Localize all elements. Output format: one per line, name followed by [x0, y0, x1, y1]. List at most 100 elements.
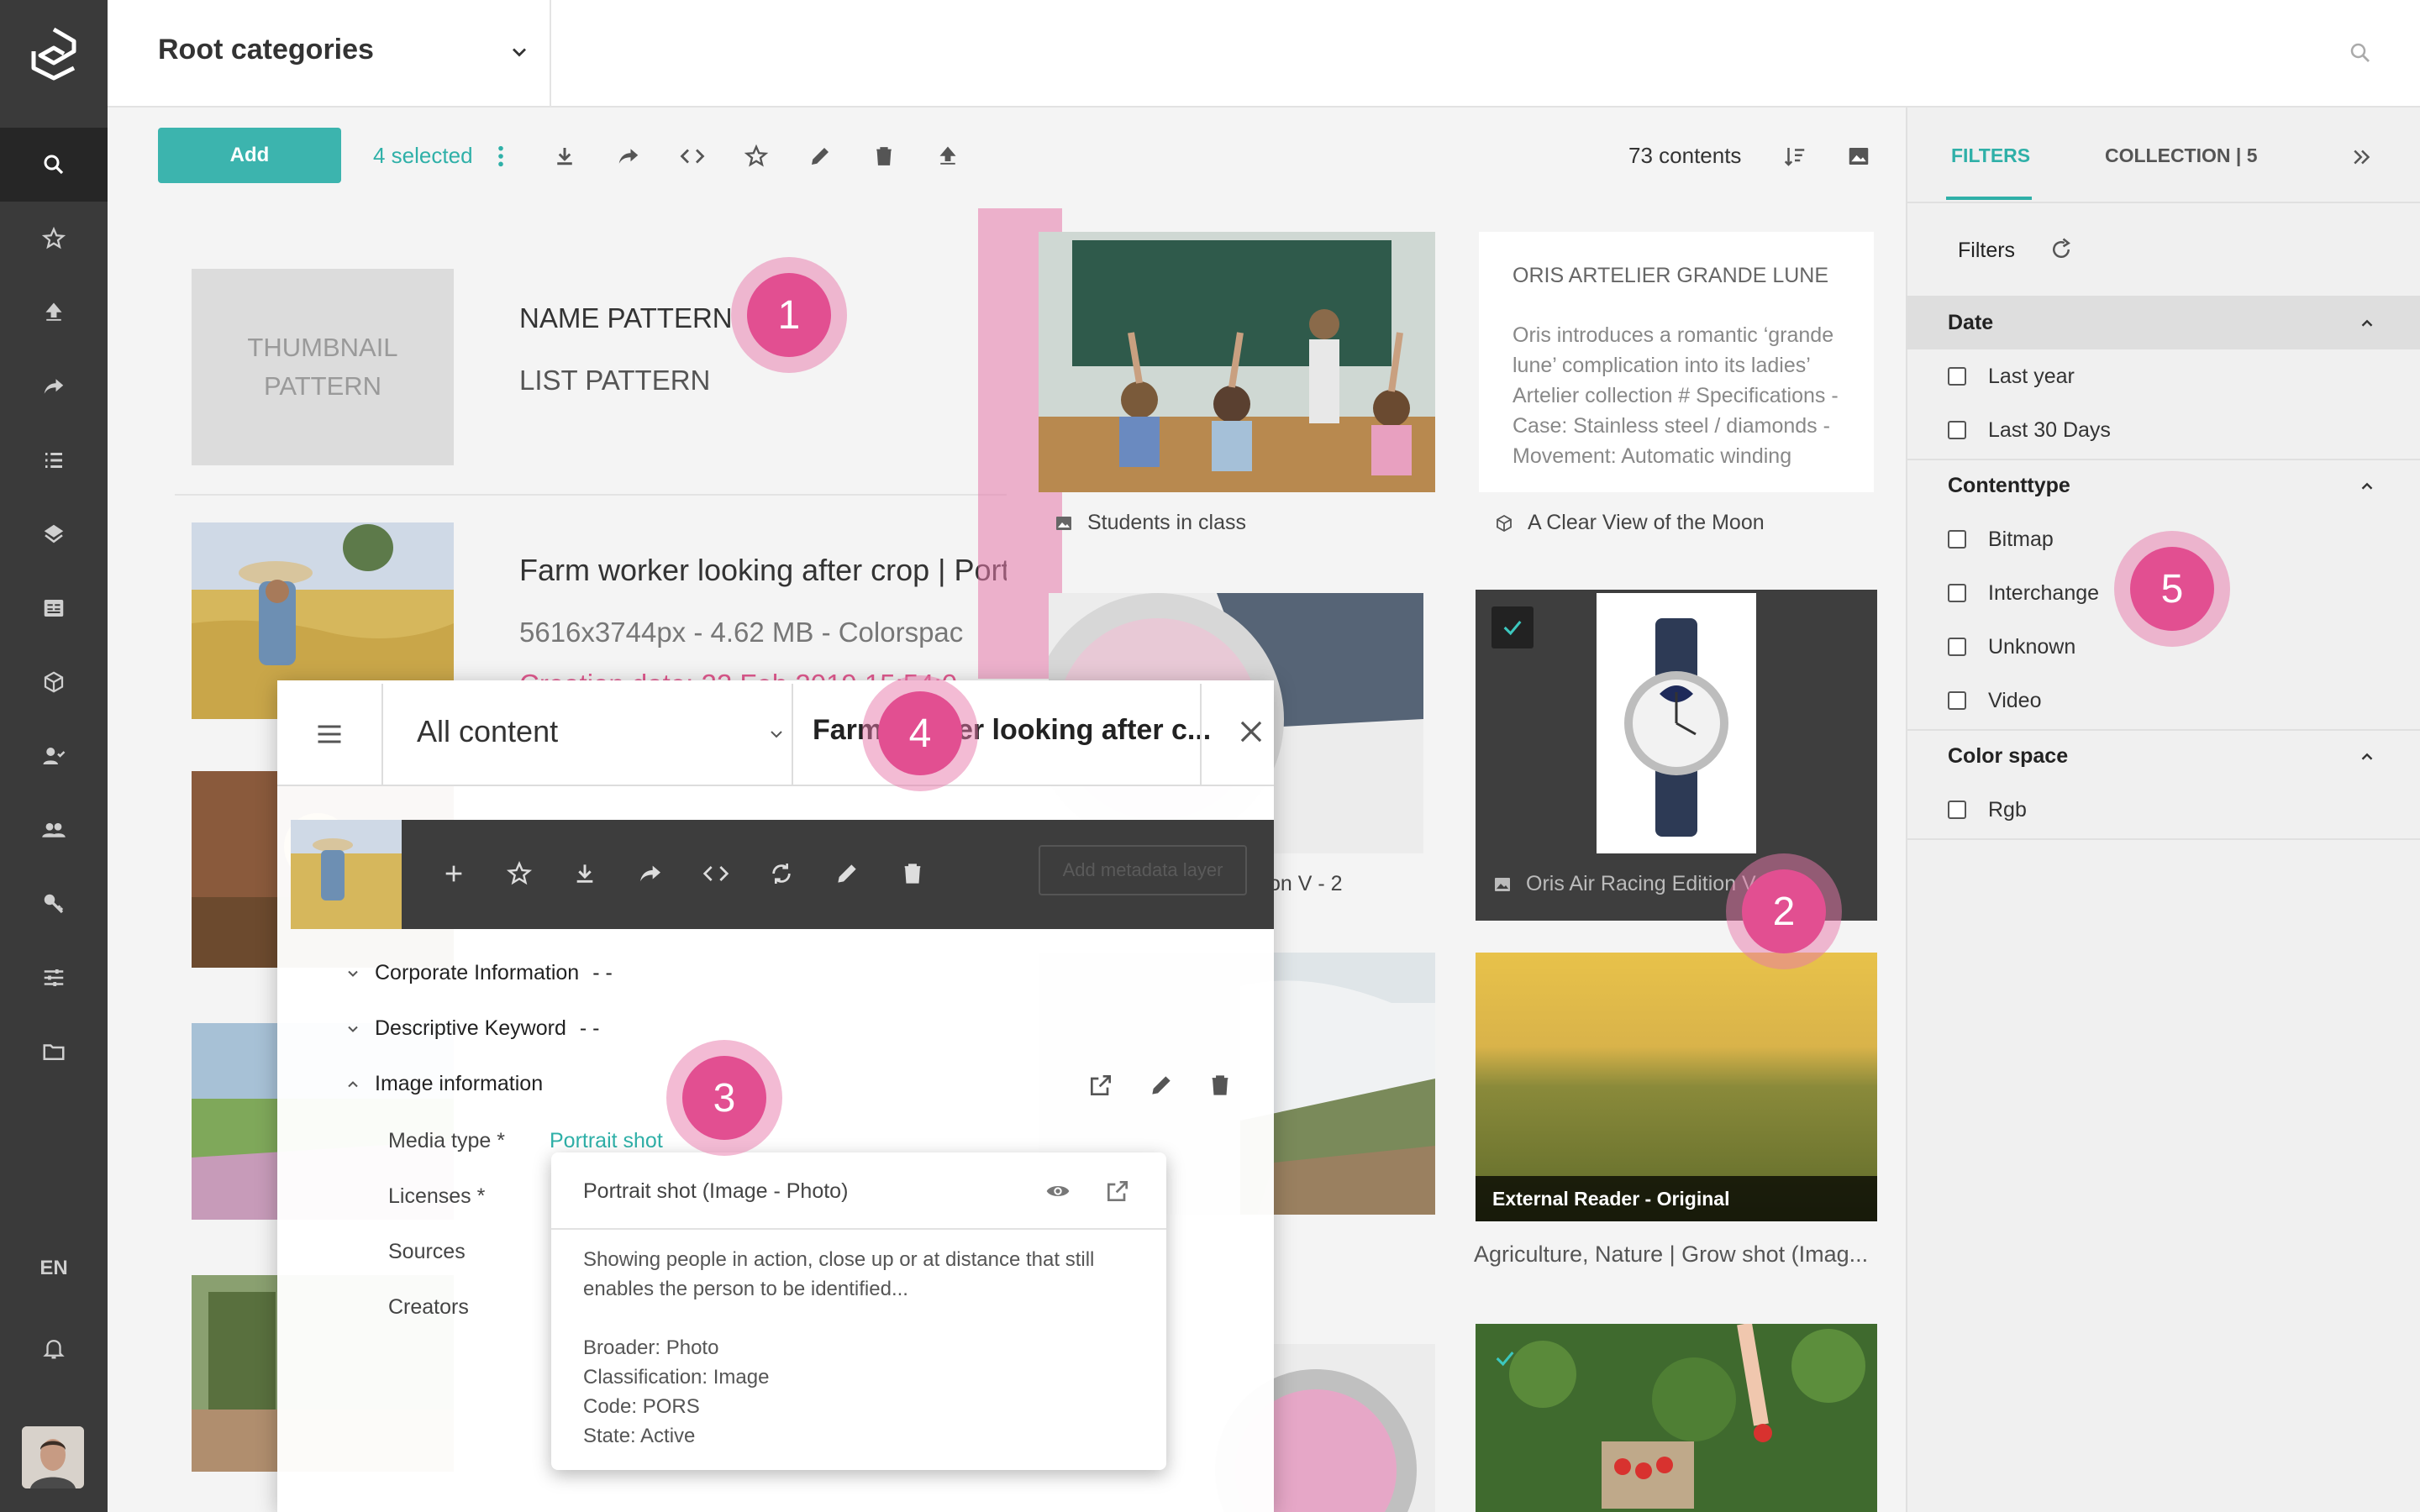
embed-button[interactable]	[702, 860, 729, 887]
download-button[interactable]	[571, 860, 598, 887]
card-image[interactable]	[1039, 232, 1435, 492]
card-label[interactable]: Oris Air Racing Edition V	[1492, 872, 1756, 896]
header-divider	[792, 684, 793, 785]
filter-option[interactable]: Last 30 Days	[1948, 413, 2111, 447]
delete-button[interactable]	[899, 860, 926, 887]
download-button[interactable]	[548, 139, 581, 173]
checkbox[interactable]	[1948, 584, 1966, 602]
row-meta: 5616x3744px - 4.62 MB - Colorspac	[519, 617, 964, 648]
nav-folder[interactable]	[0, 1015, 108, 1089]
open-external-button[interactable]	[1087, 1072, 1114, 1099]
open-term-button[interactable]	[1104, 1178, 1131, 1205]
nav-news[interactable]	[0, 571, 108, 645]
checkbox[interactable]	[1948, 530, 1966, 549]
checkbox[interactable]	[1948, 801, 1966, 819]
nav-users[interactable]	[0, 793, 108, 867]
nav-layers[interactable]	[0, 497, 108, 571]
row-divider	[175, 494, 1007, 496]
sync-button[interactable]	[768, 860, 795, 887]
nav-settings[interactable]	[0, 941, 108, 1015]
section-image-information[interactable]: Image information	[345, 1072, 543, 1096]
add-button[interactable]: Add	[158, 128, 341, 183]
card-label[interactable]: A Clear View of the Moon	[1494, 511, 1765, 535]
collapse-panel-button[interactable]	[2349, 144, 2375, 170]
language-switch[interactable]: EN	[0, 1235, 108, 1302]
filter-option-label: Last year	[1988, 364, 2075, 388]
section-descriptive-keyword[interactable]: Descriptive Keyword - -	[345, 1016, 599, 1041]
watch-image	[1597, 593, 1756, 853]
section-value: - -	[579, 1016, 600, 1040]
filter-option[interactable]: Last year	[1948, 360, 2075, 393]
selection-checkbox[interactable]	[1491, 606, 1534, 648]
user-avatar[interactable]	[22, 1426, 84, 1488]
nav-upload[interactable]	[0, 276, 108, 349]
sync-icon	[772, 864, 791, 884]
app-logo[interactable]	[0, 0, 108, 108]
embed-button[interactable]	[676, 139, 709, 173]
card-label[interactable]: Agriculture, Nature | Grow shot (Imag...	[1474, 1242, 1868, 1268]
filter-option[interactable]: Rgb	[1948, 793, 2027, 827]
upload-button[interactable]	[931, 139, 965, 173]
nav-search[interactable]	[0, 128, 108, 202]
filter-option[interactable]: Unknown	[1948, 630, 2075, 664]
selection-menu-button[interactable]	[484, 139, 518, 173]
delete-section-button[interactable]	[1207, 1072, 1234, 1099]
chevron-down-icon[interactable]	[766, 724, 786, 744]
card-label[interactable]: Students in class	[1054, 511, 1246, 535]
edit-section-button[interactable]	[1148, 1072, 1175, 1099]
view-mode-button[interactable]	[1842, 139, 1876, 173]
checkbox[interactable]	[1948, 638, 1966, 656]
row-title[interactable]: Farm worker looking after crop | Port	[519, 553, 1007, 588]
text-card[interactable]: ORIS ARTELIER GRANDE LUNE Oris introduce…	[1479, 232, 1874, 492]
media-type-value[interactable]: Portrait shot	[550, 1129, 663, 1153]
nav-favorites[interactable]	[0, 202, 108, 276]
sort-icon	[1784, 148, 1805, 166]
favorite-button[interactable]	[739, 139, 773, 173]
close-icon	[1240, 721, 1262, 743]
filter-group-contenttype[interactable]: Contenttype	[1906, 459, 2420, 512]
nav-share[interactable]	[0, 349, 108, 423]
section-corporate-information[interactable]: Corporate Information - -	[345, 961, 613, 985]
selection-checkbox[interactable]	[1484, 1337, 1526, 1379]
filter-option[interactable]: Interchange	[1948, 576, 2099, 610]
selection-count[interactable]: 4 selected	[373, 143, 473, 169]
checkbox[interactable]	[1948, 367, 1966, 386]
panel-divider	[1906, 202, 2420, 203]
chevron-down-icon[interactable]	[508, 40, 531, 64]
preview-button[interactable]	[1044, 1178, 1072, 1205]
tooltip-classification: Classification: Image	[583, 1366, 770, 1389]
delete-button[interactable]	[867, 139, 901, 173]
nav-key[interactable]	[0, 867, 108, 941]
nav-box[interactable]	[0, 645, 108, 719]
add-button[interactable]	[440, 860, 467, 887]
tab-filters[interactable]: FILTERS	[1951, 144, 2030, 167]
filter-group-date[interactable]: Date	[1906, 296, 2420, 349]
hamburger-icon	[318, 725, 341, 743]
nav-list[interactable]	[0, 423, 108, 497]
filter-group-colorspace[interactable]: Color space	[1906, 729, 2420, 783]
sort-button[interactable]	[1778, 139, 1812, 173]
close-button[interactable]	[1235, 716, 1267, 748]
notifications-button[interactable]	[0, 1315, 108, 1382]
favorite-button[interactable]	[506, 860, 533, 887]
reset-filters-button[interactable]	[2049, 237, 2074, 262]
checkbox[interactable]	[1948, 691, 1966, 710]
nav-user-check[interactable]	[0, 719, 108, 793]
edit-button[interactable]	[834, 860, 860, 887]
share-button[interactable]	[637, 860, 664, 887]
card-label[interactable]: on V - 2	[1269, 872, 1343, 896]
menu-button[interactable]	[313, 719, 346, 749]
filter-option[interactable]: Bitmap	[1948, 522, 2054, 556]
tab-collection[interactable]: COLLECTION | 5	[2105, 144, 2258, 167]
share-button[interactable]	[612, 139, 645, 173]
global-search-button[interactable]	[2348, 40, 2373, 66]
category-select[interactable]: Root categories	[158, 34, 374, 66]
filters-heading: Filters	[1958, 239, 2016, 262]
edit-button[interactable]	[803, 139, 837, 173]
add-metadata-layer-button[interactable]: Add metadata layer	[1039, 845, 1247, 895]
card-image[interactable]	[1476, 1324, 1877, 1512]
filter-option[interactable]: Video	[1948, 684, 2042, 717]
channel-select[interactable]: All content	[417, 714, 558, 749]
checkbox[interactable]	[1948, 421, 1966, 439]
card-image	[1597, 593, 1756, 853]
